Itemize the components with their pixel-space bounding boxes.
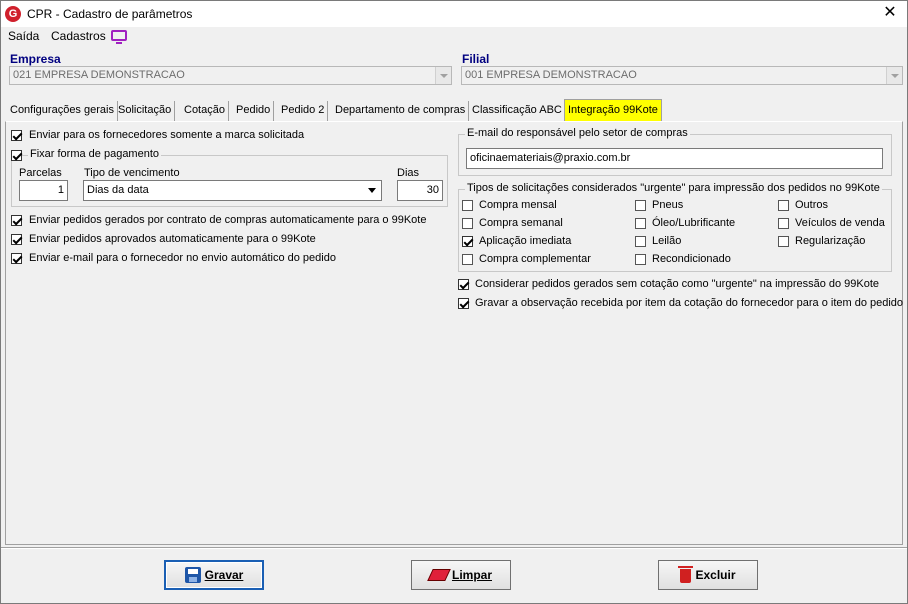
gravar-observacao-label: Gravar a observação recebida por item da… [475, 297, 904, 309]
enviar-email-label: Enviar e-mail para o fornecedor no envio… [29, 252, 336, 264]
excluir-button-label: Excluir [695, 568, 736, 582]
aplicacao-imediata-checkbox[interactable] [462, 236, 473, 247]
close-icon[interactable]: ✕ [879, 3, 901, 23]
dias-input[interactable]: 30 [397, 180, 443, 201]
aplicacao-imediata-label: Aplicação imediata [479, 235, 572, 247]
compra-mensal-checkbox[interactable] [462, 200, 473, 211]
outros-label: Outros [795, 199, 829, 211]
leilao-checkbox[interactable] [635, 236, 646, 247]
tipos-group-legend: Tipos de solicitações considerados "urge… [465, 182, 882, 194]
eraser-icon [427, 569, 451, 581]
veiculos-venda-checkbox[interactable] [778, 218, 789, 229]
fixar-pagamento-checkbox[interactable] [11, 150, 22, 161]
enviar-marca-label: Enviar para os fornecedores somente a ma… [29, 129, 305, 141]
chevron-down-icon[interactable] [435, 67, 451, 84]
footer-divider [1, 547, 907, 549]
empresa-select[interactable]: 021 EMPRESA DEMONSTRACAO [9, 66, 452, 85]
recondicionado-label: Recondicionado [652, 253, 731, 265]
menu-cadastros[interactable]: Cadastros [51, 29, 106, 43]
veiculos-venda-label: Veículos de venda [795, 217, 885, 229]
enviar-aprovados-checkbox[interactable] [11, 234, 22, 245]
tab-classificacao-abc[interactable]: Classificação ABC [469, 101, 566, 121]
tipo-vencimento-value: Dias da data [87, 184, 149, 196]
outros-checkbox[interactable] [778, 200, 789, 211]
excluir-button[interactable]: Excluir [658, 560, 758, 590]
save-icon [184, 567, 201, 583]
compra-mensal-label: Compra mensal [479, 199, 557, 211]
tipo-vencimento-select[interactable]: Dias da data [83, 180, 382, 201]
tab-pedido[interactable]: Pedido [233, 101, 275, 121]
pneus-checkbox[interactable] [635, 200, 646, 211]
title-bar: G CPR - Cadastro de parâmetros ✕ [1, 1, 907, 27]
enviar-contrato-label: Enviar pedidos gerados por contrato de c… [29, 214, 427, 226]
filial-label: Filial [462, 52, 490, 66]
filial-value: 001 EMPRESA DEMONSTRACAO [465, 69, 637, 81]
empresa-value: 021 EMPRESA DEMONSTRACAO [13, 69, 185, 81]
dias-label: Dias [397, 167, 420, 179]
enviar-contrato-checkbox[interactable] [11, 215, 22, 226]
compra-complementar-checkbox[interactable] [462, 254, 473, 265]
window-title: CPR - Cadastro de parâmetros [27, 7, 193, 21]
empresa-label: Empresa [10, 52, 61, 66]
tipo-vencimento-label: Tipo de vencimento [84, 167, 180, 179]
enviar-email-checkbox[interactable] [11, 253, 22, 264]
email-input[interactable]: oficinaemateriais@praxio.com.br [466, 148, 883, 169]
tab-configuracoes-gerais[interactable]: Configurações gerais [7, 101, 118, 121]
limpar-button[interactable]: Limpar [411, 560, 511, 590]
app-logo-icon: G [5, 6, 21, 22]
tab-departamento-compras[interactable]: Departamento de compras [332, 101, 470, 121]
enviar-marca-checkbox[interactable] [11, 130, 22, 141]
oleo-lubrificante-checkbox[interactable] [635, 218, 646, 229]
compra-semanal-label: Compra semanal [479, 217, 563, 229]
parcelas-label: Parcelas [19, 167, 62, 179]
parcelas-input[interactable]: 1 [19, 180, 68, 201]
recondicionado-checkbox[interactable] [635, 254, 646, 265]
chevron-down-icon[interactable] [364, 182, 380, 199]
regularizacao-checkbox[interactable] [778, 236, 789, 247]
gravar-button-label: Gravar [204, 568, 244, 582]
regularizacao-label: Regularização [795, 235, 866, 247]
pneus-label: Pneus [652, 199, 684, 211]
tab-solicitacao[interactable]: Solicitação [115, 101, 176, 121]
leilao-label: Leilão [652, 235, 682, 247]
monitor-icon[interactable] [111, 30, 127, 44]
enviar-aprovados-label: Enviar pedidos aprovados automaticamente… [29, 233, 316, 245]
oleo-lubrificante-label: Óleo/Lubrificante [652, 217, 736, 229]
tab-integracao-99kote[interactable]: Integração 99Kote [564, 99, 662, 121]
main-window: G CPR - Cadastro de parâmetros ✕ Saída C… [0, 0, 908, 604]
considerar-urgente-label: Considerar pedidos gerados sem cotação c… [475, 278, 880, 290]
gravar-button[interactable]: Gravar [164, 560, 264, 590]
fixar-pagamento-label: Fixar forma de pagamento [28, 148, 162, 160]
filial-select[interactable]: 001 EMPRESA DEMONSTRACAO [461, 66, 903, 85]
limpar-button-label: Limpar [451, 568, 492, 582]
tab-cotacao[interactable]: Cotação [181, 101, 229, 121]
compra-complementar-label: Compra complementar [479, 253, 591, 265]
gravar-observacao-checkbox[interactable] [458, 298, 469, 309]
menu-saida[interactable]: Saída [8, 29, 39, 43]
tab-pedido-2[interactable]: Pedido 2 [278, 101, 329, 121]
chevron-down-icon[interactable] [886, 67, 902, 84]
trash-icon [678, 566, 694, 583]
considerar-urgente-checkbox[interactable] [458, 279, 469, 290]
email-group-legend: E-mail do responsável pelo setor de comp… [465, 127, 690, 139]
menu-bar: Saída Cadastros [1, 27, 907, 45]
compra-semanal-checkbox[interactable] [462, 218, 473, 229]
